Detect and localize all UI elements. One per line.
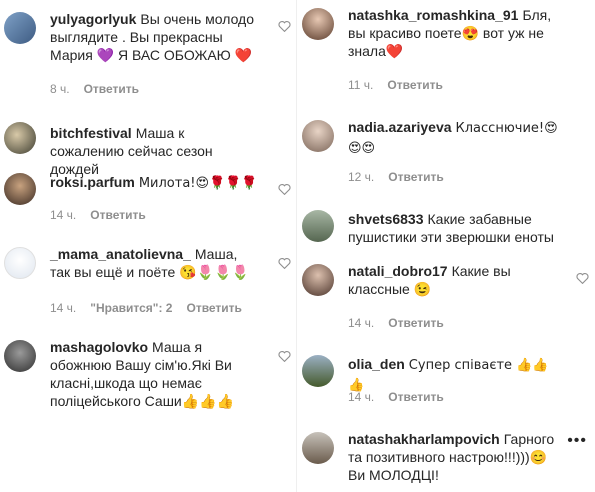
avatar[interactable] xyxy=(4,247,36,279)
comment-username[interactable]: shvets6833 xyxy=(348,211,424,227)
comment-time: 14 ч. xyxy=(348,390,375,404)
comment-username[interactable]: roksi.parfum xyxy=(50,174,135,190)
avatar[interactable] xyxy=(4,340,36,372)
comment-time: 14 ч. xyxy=(50,208,77,222)
comment-username[interactable]: _mama_anatolievna_ xyxy=(50,246,191,262)
comments-column-left: yulyagorlyuk Вы очень молодо выглядите . … xyxy=(0,0,297,492)
more-options-icon[interactable]: ••• xyxy=(567,432,587,450)
comment-time: 8 ч. xyxy=(50,82,70,96)
comment-username[interactable]: nadia.azariyeva xyxy=(348,119,452,135)
avatar[interactable] xyxy=(4,173,36,205)
comment-text: Милота!😍🌹🌹🌹 xyxy=(138,176,258,191)
comment-username[interactable]: natashka_romashkina_91 xyxy=(348,7,518,23)
heart-outline-icon[interactable] xyxy=(278,350,291,362)
reply-button[interactable]: Ответить xyxy=(90,208,145,222)
avatar[interactable] xyxy=(302,120,334,152)
comment-time: 14 ч. xyxy=(348,316,375,330)
reply-button[interactable]: Ответить xyxy=(387,78,442,92)
heart-outline-icon[interactable] xyxy=(278,183,291,195)
heart-outline-icon[interactable] xyxy=(278,257,291,269)
reply-button[interactable]: Ответить xyxy=(84,82,139,96)
reply-button[interactable]: Ответить xyxy=(388,316,443,330)
comment-username[interactable]: mashagolovko xyxy=(50,339,148,355)
avatar[interactable] xyxy=(302,355,334,387)
reply-button[interactable]: Ответить xyxy=(388,390,443,404)
comment-username[interactable]: bitchfestival xyxy=(50,125,132,141)
likes-count[interactable]: "Нравится": 2 xyxy=(90,301,172,315)
comment-username[interactable]: yulyagorlyuk xyxy=(50,11,136,27)
comment-time: 11 ч. xyxy=(348,78,374,92)
reply-button[interactable]: Ответить xyxy=(388,170,443,184)
comment-username[interactable]: natali_dobro17 xyxy=(348,263,448,279)
heart-outline-icon[interactable] xyxy=(278,20,291,32)
comment-time: 14 ч. xyxy=(50,301,77,315)
comment-username[interactable]: olia_den xyxy=(348,356,405,372)
avatar[interactable] xyxy=(302,210,334,242)
comment-username[interactable]: natashakharlampovich xyxy=(348,431,500,447)
avatar[interactable] xyxy=(4,122,36,154)
avatar[interactable] xyxy=(302,432,334,464)
comment-time: 12 ч. xyxy=(348,170,375,184)
heart-outline-icon[interactable] xyxy=(576,272,589,284)
avatar[interactable] xyxy=(4,12,36,44)
avatar[interactable] xyxy=(302,8,334,40)
avatar[interactable] xyxy=(302,264,334,296)
reply-button[interactable]: Ответить xyxy=(186,301,241,315)
comments-column-right: natashka_romashkina_91 Бля, вы красиво по… xyxy=(298,0,595,492)
